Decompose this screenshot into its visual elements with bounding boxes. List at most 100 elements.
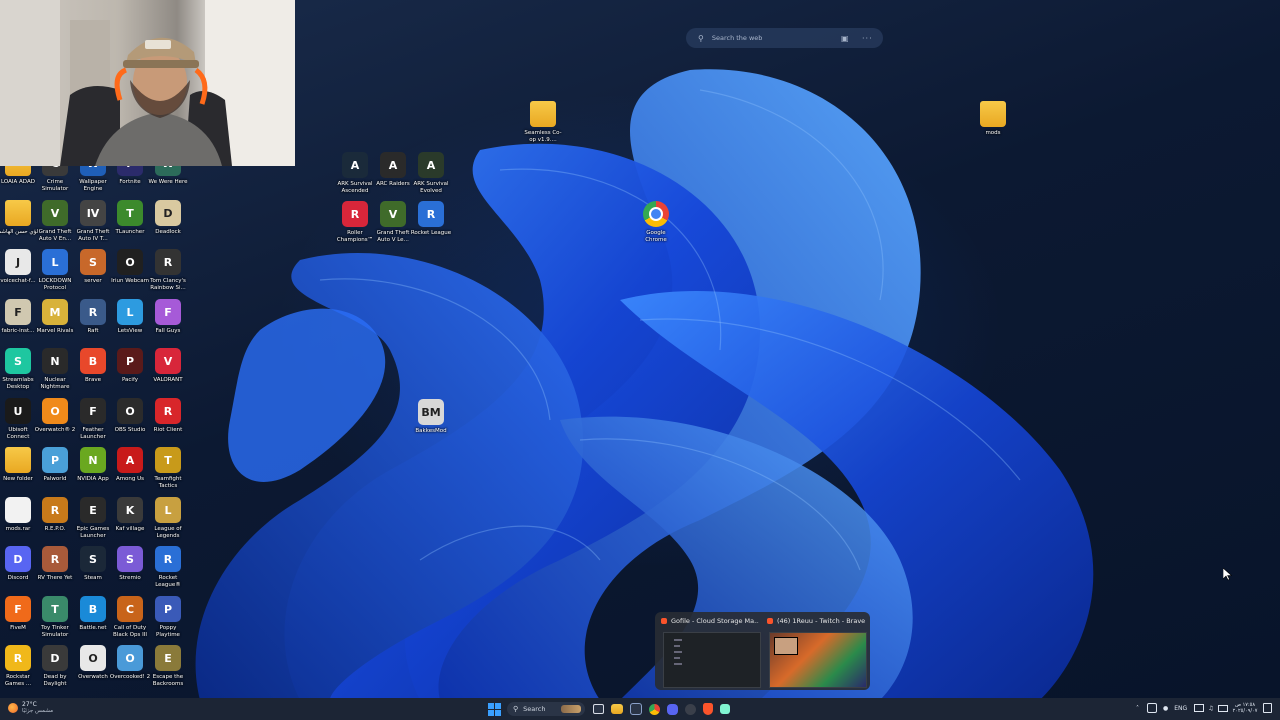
obs-icon[interactable] xyxy=(684,703,696,715)
desktop-icon-label: We Were Here xyxy=(148,179,188,185)
desktop-icon-label: Palworld xyxy=(43,476,67,482)
streamlabs-icon[interactable] xyxy=(719,704,730,714)
weather-description: مشمس جزئيًا xyxy=(22,708,54,714)
pacify-icon: P xyxy=(117,348,143,374)
r-e-p-o-icon: R xyxy=(42,497,68,523)
desktop-icon-label: Call of Duty Black Ops III xyxy=(113,625,147,638)
thumbnail-image xyxy=(663,632,761,688)
clock[interactable]: ١٧:٥٨ ص ٢٠٢٥/٠٩/٠٧ xyxy=(1233,702,1258,714)
microsoft-store-icon[interactable] xyxy=(629,703,642,715)
clock-date: ٢٠٢٥/٠٩/٠٧ xyxy=(1232,708,1258,714)
network-icon[interactable] xyxy=(1194,704,1205,712)
weather-widget[interactable]: 27°C مشمس جزئيًا xyxy=(8,701,53,715)
desktop-shortcut-rocket-league[interactable]: R Rocket League xyxy=(410,201,452,237)
grand-theft-auto-v-en-icon: V xyxy=(42,200,68,226)
mods-folder[interactable]: mods xyxy=(972,101,1014,137)
desktop-shortcut-teamfight-tactics[interactable]: T Teamfight Tactics xyxy=(147,447,189,490)
desktop-shortcut-nvidia-app[interactable]: N NVIDIA App xyxy=(72,447,114,483)
desktop-shortcut-pacify[interactable]: P Pacify xyxy=(109,348,151,384)
battle-net-icon: B xyxy=(80,596,106,622)
desktop-shortcut-raft[interactable]: R Raft xyxy=(72,299,114,335)
desktop-shortcut-lockdown-protocol[interactable]: L LOCKDOWN Protocol xyxy=(34,249,76,292)
task-view-icon[interactable] xyxy=(592,704,604,714)
desktop-shortcut-nuclear-nightmare[interactable]: N Nuclear Nightmare xyxy=(34,348,76,391)
desktop-icon-label: Dead by Daylight xyxy=(43,674,67,687)
desktop-shortcut-kaf-village[interactable]: K Kaf village xyxy=(109,497,151,533)
desktop-icon-label: Grand Theft Auto IV T... xyxy=(76,229,110,242)
desktop-shortcut-fall-guys[interactable]: F Fall Guys xyxy=(147,299,189,335)
desktop-shortcut-tlauncher[interactable]: T TLauncher xyxy=(109,200,151,236)
desktop-shortcut-grand-theft-auto-v-en[interactable]: V Grand Theft Auto V En... xyxy=(34,200,76,243)
desktop-shortcut-battle-net[interactable]: B Battle.net xyxy=(72,596,114,632)
desktop-shortcut-rv-there-yet[interactable]: R RV There Yet xyxy=(34,546,76,582)
desktop-shortcut-poppy-playtime[interactable]: P Poppy Playtime xyxy=(147,596,189,639)
desktop-shortcut-overwatch-2[interactable]: O Overwatch® 2 xyxy=(34,398,76,434)
desktop-shortcut-grand-theft-auto-iv-t[interactable]: IV Grand Theft Auto IV T... xyxy=(72,200,114,243)
desktop-icon-label: Battle.net xyxy=(79,625,107,631)
brave-icon[interactable] xyxy=(702,703,713,715)
show-hidden-icons-chevron-icon[interactable]: ˄ xyxy=(1136,705,1139,712)
desktop-shortcut-arc-raiders[interactable]: A ARC Raiders xyxy=(372,152,414,188)
taskbar-search-box[interactable]: ⚲ Search xyxy=(507,702,585,716)
desktop-shortcut-stremio[interactable]: S Stremio xyxy=(109,546,151,582)
desktop-shortcut-feather-launcher[interactable]: F Feather Launcher xyxy=(72,398,114,441)
desktop-shortcut-grand-theft-auto-v-le[interactable]: V Grand Theft Auto V Le... xyxy=(372,201,414,244)
desktop-shortcut-steam[interactable]: S Steam xyxy=(72,546,114,582)
more-options-icon[interactable]: ··· xyxy=(862,34,873,43)
web-search-widget[interactable]: ⚲ Search the web ▣ ··· xyxy=(686,28,883,48)
system-tray: ˄ ● ENG ♫ ١٧:٥٨ ص ٢٠٢٥/٠٩/٠٧ xyxy=(1136,702,1273,714)
desktop-shortcut-brave[interactable]: B Brave xyxy=(72,348,114,384)
desktop-shortcut-deadlock[interactable]: D Deadlock xyxy=(147,200,189,236)
desktop-shortcut-r-e-p-o[interactable]: R R.E.P.O. xyxy=(34,497,76,533)
visual-search-icon[interactable]: ▣ xyxy=(841,34,849,43)
folder-icon xyxy=(980,101,1006,127)
desktop-icon-label: Escape the Backrooms xyxy=(152,674,184,687)
desktop-shortcut-among-us[interactable]: A Among Us xyxy=(109,447,151,483)
desktop-shortcut-marvel-rivals[interactable]: M Marvel Rivals xyxy=(34,299,76,335)
file-explorer-icon[interactable] xyxy=(610,704,623,714)
desktop-shortcut-letsview[interactable]: L LetsView xyxy=(109,299,151,335)
desktop-icon-label: Kaf village xyxy=(115,526,145,532)
brave-icon: B xyxy=(80,348,106,374)
desktop-shortcut-ark-survival-ascended[interactable]: A ARK Survival Ascended xyxy=(334,152,376,195)
desktop-icon-label: Marvel Rivals xyxy=(36,328,74,334)
folder-icon xyxy=(5,200,31,226)
desktop-shortcut-roller-champions[interactable]: R Roller Champions™ xyxy=(334,201,376,244)
desktop-shortcut-valorant[interactable]: V VALORANT xyxy=(147,348,189,384)
tray-app-icon[interactable] xyxy=(1147,703,1157,713)
discord-icon[interactable] xyxy=(666,703,678,715)
desktop-icon-label: mods xyxy=(985,130,1001,136)
desktop-shortcut-epic-games-launcher[interactable]: E Epic Games Launcher xyxy=(72,497,114,540)
desktop-shortcut-overwatch[interactable]: O Overwatch xyxy=(72,645,114,681)
desktop-shortcut-iriun-webcam[interactable]: O Iriun Webcam xyxy=(109,249,151,285)
desktop-shortcut-ark-survival-evolved[interactable]: A ARK Survival Evolved xyxy=(410,152,452,195)
seamless-coop-folder[interactable]: Seamless Co-op v1.9.... xyxy=(522,101,564,144)
microphone-icon[interactable]: ● xyxy=(1163,705,1168,712)
google-chrome-shortcut[interactable]: Google Chrome xyxy=(635,201,677,244)
battery-icon[interactable] xyxy=(1217,704,1228,712)
thumbnail-twitch[interactable]: (46) 1Reuu - Twitch - Brave xyxy=(763,612,869,690)
volume-icon[interactable]: ♫ xyxy=(1208,705,1213,712)
desktop-shortcut-rocket-league[interactable]: R Rocket League® xyxy=(147,546,189,589)
desktop-shortcut-overcooked-2[interactable]: O Overcooked! 2 xyxy=(109,645,151,681)
language-indicator[interactable]: ENG xyxy=(1174,705,1187,712)
desktop-shortcut-obs-studio[interactable]: O OBS Studio xyxy=(109,398,151,434)
nvidia-app-icon: N xyxy=(80,447,106,473)
desktop-shortcut-palworld[interactable]: P Palworld xyxy=(34,447,76,483)
desktop[interactable]: ⚲ Search the web ▣ ··· LOAIA ADADCCrime … xyxy=(0,0,1280,700)
desktop-shortcut-call-of-duty-black-ops-iii[interactable]: C Call of Duty Black Ops III xyxy=(109,596,151,639)
chrome-icon[interactable] xyxy=(648,703,660,715)
desktop-shortcut-tom-clancy-s-rainbow-si[interactable]: R Tom Clancy's Rainbow Si... xyxy=(147,249,189,292)
thumbnail-gofile[interactable]: Gofile - Cloud Storage Ma... xyxy=(657,612,761,690)
desktop-shortcut-riot-client[interactable]: R Riot Client xyxy=(147,398,189,434)
fall-guys-icon: F xyxy=(155,299,181,325)
bakkesmod-shortcut[interactable]: BM BakkesMod xyxy=(410,399,452,435)
desktop-shortcut-dead-by-daylight[interactable]: D Dead by Daylight xyxy=(34,645,76,688)
desktop-shortcut-league-of-legends[interactable]: L League of Legends xyxy=(147,497,189,540)
desktop-shortcut-toy-tinker-simulator[interactable]: T Toy Tinker Simulator xyxy=(34,596,76,639)
notification-icon[interactable] xyxy=(1263,703,1273,713)
start-button[interactable] xyxy=(488,702,501,716)
desktop-shortcut-escape-the-backrooms[interactable]: E Escape the Backrooms xyxy=(147,645,189,688)
desktop-shortcut-server[interactable]: Sserver xyxy=(72,249,114,285)
desktop-icon-label: ARK Survival Evolved xyxy=(413,181,449,194)
